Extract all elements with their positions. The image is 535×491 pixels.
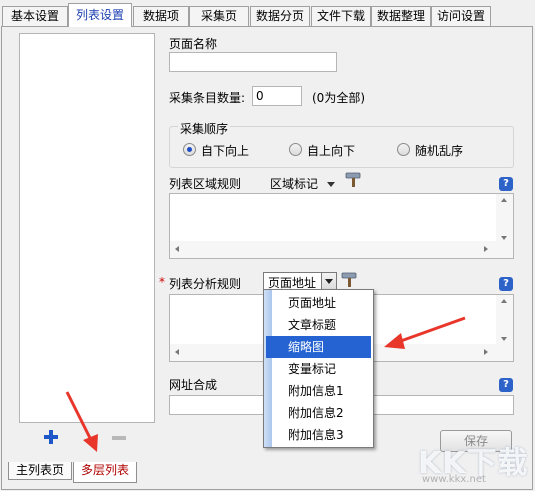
tab-collect-page[interactable]: 采集页 <box>189 6 249 26</box>
tab-list-settings[interactable]: 列表设置 <box>68 3 132 27</box>
tab-basic-settings[interactable]: 基本设置 <box>2 6 68 26</box>
order-random-radio[interactable] <box>397 143 410 156</box>
help-icon[interactable]: ? <box>499 378 513 392</box>
dropdown-option-extra-info-3[interactable]: 附加信息3 <box>266 424 371 446</box>
chevron-down-icon <box>326 182 335 187</box>
url-compose-label: 网址合成 <box>169 378 218 392</box>
list-level-listbox[interactable] <box>19 33 155 423</box>
dropdown-option-page-url[interactable]: 页面地址 <box>266 292 371 314</box>
parse-rule-dropdown-list: 页面地址 文章标题 缩略图 变量标记 附加信息1 附加信息2 附加信息3 <box>263 289 374 448</box>
tab-multilevel-list[interactable]: 多层列表 <box>73 462 137 483</box>
page-name-label: 页面名称 <box>169 37 218 51</box>
dropdown-option-variable-mark[interactable]: 变量标记 <box>266 358 371 380</box>
dropdown-option-extra-info-2[interactable]: 附加信息2 <box>266 402 371 424</box>
order-random-label[interactable]: 随机乱序 <box>415 142 463 159</box>
order-bottom-up-label[interactable]: 自下向上 <box>201 142 249 159</box>
order-top-down-label[interactable]: 自上向下 <box>307 142 355 159</box>
collect-order-label: 采集顺序 <box>178 120 231 137</box>
remove-icon[interactable] <box>112 436 126 440</box>
order-bottom-up-radio[interactable] <box>183 143 196 156</box>
collect-count-value: 0 <box>256 89 264 103</box>
tab-data-items[interactable]: 数据项 <box>133 6 189 26</box>
select-arrow-button[interactable] <box>321 273 336 289</box>
tab-data-paging[interactable]: 数据分页 <box>250 6 310 26</box>
collect-count-label: 采集条目数量: <box>169 91 246 105</box>
order-top-down-radio[interactable] <box>289 143 302 156</box>
vertical-scrollbar[interactable] <box>496 194 513 258</box>
tab-data-cleanup[interactable]: 数据整理 <box>371 6 431 26</box>
collect-count-input[interactable]: 0 <box>252 86 302 106</box>
tab-access-settings[interactable]: 访问设置 <box>431 6 491 26</box>
page-name-input[interactable] <box>169 52 337 72</box>
dropdown-option-extra-info-1[interactable]: 附加信息1 <box>266 380 371 402</box>
dropdown-option-article-title[interactable]: 文章标题 <box>266 314 371 336</box>
region-mark-label: 区域标记 <box>270 177 319 191</box>
settings-tabbar: 基本设置 列表设置 数据项 采集页 数据分页 文件下载 数据整理 访问设置 <box>0 0 535 27</box>
parse-rule-select[interactable]: 页面地址 <box>263 272 337 290</box>
dropdown-option-thumbnail[interactable]: 缩略图 <box>266 336 371 358</box>
horizontal-scrollbar[interactable] <box>170 241 496 258</box>
vertical-scrollbar[interactable] <box>496 295 513 361</box>
chevron-down-icon <box>325 279 333 284</box>
help-icon[interactable]: ? <box>499 177 513 191</box>
hammer-tool-icon[interactable] <box>344 172 366 188</box>
add-icon[interactable] <box>43 429 59 445</box>
tab-file-download[interactable]: 文件下载 <box>311 6 371 26</box>
watermark-url: www.kkx.net <box>422 474 486 485</box>
list-region-textarea[interactable] <box>169 193 514 259</box>
hammer-tool-icon[interactable] <box>340 272 362 288</box>
tab-main-list-page[interactable]: 主列表页 <box>8 462 72 480</box>
list-parse-label: 列表分析规则 <box>169 277 242 291</box>
collect-count-hint: (0为全部) <box>312 91 365 105</box>
region-mark-dropdown[interactable]: 区域标记 <box>270 175 335 192</box>
required-mark: * <box>159 275 165 289</box>
list-region-label: 列表区域规则 <box>169 177 242 191</box>
help-icon[interactable]: ? <box>499 277 513 291</box>
